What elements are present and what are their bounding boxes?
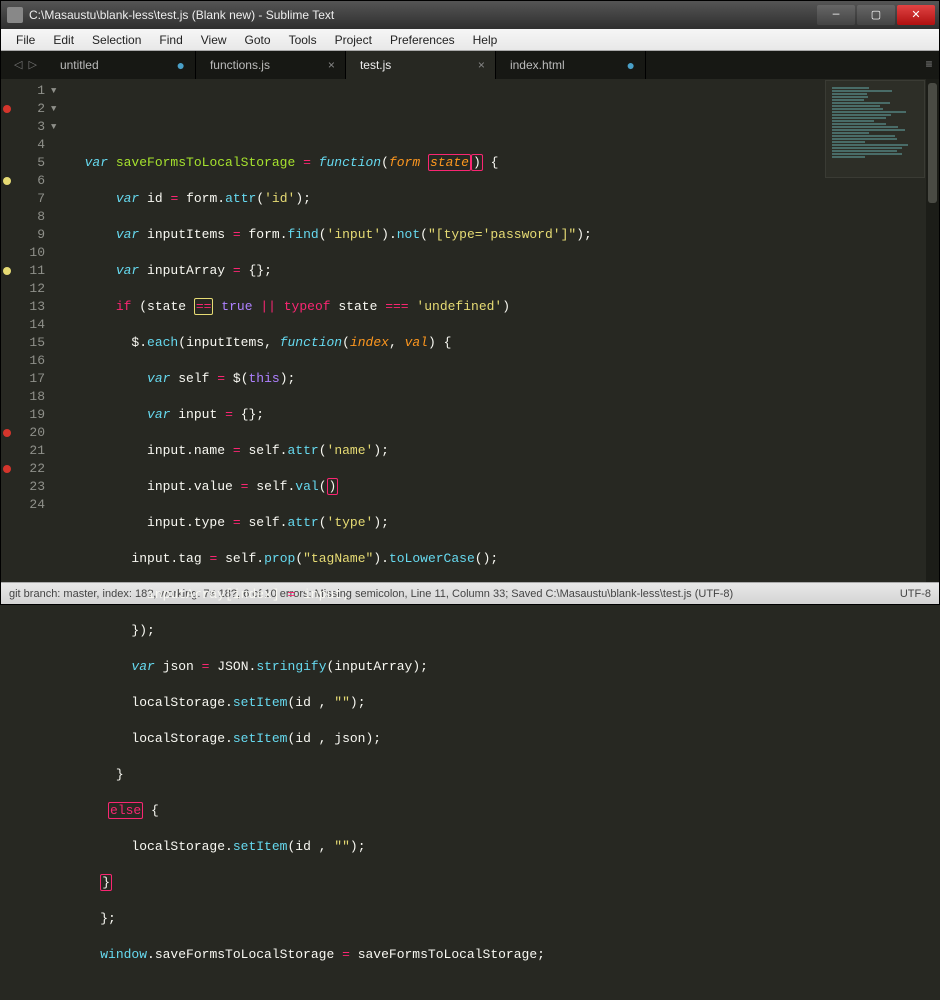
menu-find[interactable]: Find [150, 33, 191, 47]
gutter-marker-icon [3, 465, 11, 473]
scrollbar-thumb[interactable] [928, 83, 937, 203]
window-title: C:\Masaustu\blank-less\test.js (Blank ne… [29, 8, 815, 22]
tab-functions[interactable]: functions.js × [196, 51, 346, 79]
tab-nav-back-icon[interactable]: ◁ [14, 58, 22, 72]
dirty-indicator-icon: ● [176, 57, 184, 73]
tab-close-icon[interactable]: × [478, 58, 485, 72]
tab-close-icon[interactable]: × [328, 58, 335, 72]
tab-label: index.html [510, 58, 565, 72]
menu-preferences[interactable]: Preferences [381, 33, 464, 47]
tab-test[interactable]: test.js × [346, 51, 496, 79]
gutter-line-numbers: 123456789101112131415161718192021222324 [11, 79, 51, 582]
menubar: File Edit Selection Find View Goto Tools… [1, 29, 939, 51]
menu-tools[interactable]: Tools [280, 33, 326, 47]
menu-edit[interactable]: Edit [44, 33, 83, 47]
gutter-marker-icon [3, 177, 11, 185]
tab-label: untitled [60, 58, 99, 72]
app-icon [7, 7, 23, 23]
menu-help[interactable]: Help [464, 33, 507, 47]
gutter-fold: ▼▼▼ [51, 79, 63, 582]
minimize-button[interactable]: — [817, 5, 855, 25]
dirty-indicator-icon: ● [626, 57, 634, 73]
gutter-marker-icon [3, 429, 11, 437]
tab-label: functions.js [210, 58, 270, 72]
menu-goto[interactable]: Goto [236, 33, 280, 47]
menu-project[interactable]: Project [326, 33, 381, 47]
menu-view[interactable]: View [192, 33, 236, 47]
tab-overflow-icon[interactable]: ≡ [919, 51, 939, 79]
titlebar: C:\Masaustu\blank-less\test.js (Blank ne… [1, 1, 939, 29]
menu-file[interactable]: File [7, 33, 44, 47]
gutter-markers [1, 79, 11, 582]
maximize-button[interactable]: ▢ [857, 5, 895, 25]
code-area[interactable]: var saveFormsToLocalStorage = function(f… [63, 79, 939, 582]
close-button[interactable]: ✕ [897, 5, 935, 25]
minimap[interactable] [825, 80, 925, 178]
menu-selection[interactable]: Selection [83, 33, 150, 47]
tab-nav-forward-icon[interactable]: ▷ [28, 58, 36, 72]
tabstrip: ◁ ▷ untitled ● functions.js × test.js × … [1, 51, 939, 79]
gutter-marker-icon [3, 267, 11, 275]
tab-index[interactable]: index.html ● [496, 51, 646, 79]
tab-label: test.js [360, 58, 391, 72]
scrollbar-vertical[interactable] [926, 79, 939, 582]
editor[interactable]: 123456789101112131415161718192021222324 … [1, 79, 939, 582]
gutter-marker-icon [3, 105, 11, 113]
tab-untitled[interactable]: untitled ● [46, 51, 196, 79]
